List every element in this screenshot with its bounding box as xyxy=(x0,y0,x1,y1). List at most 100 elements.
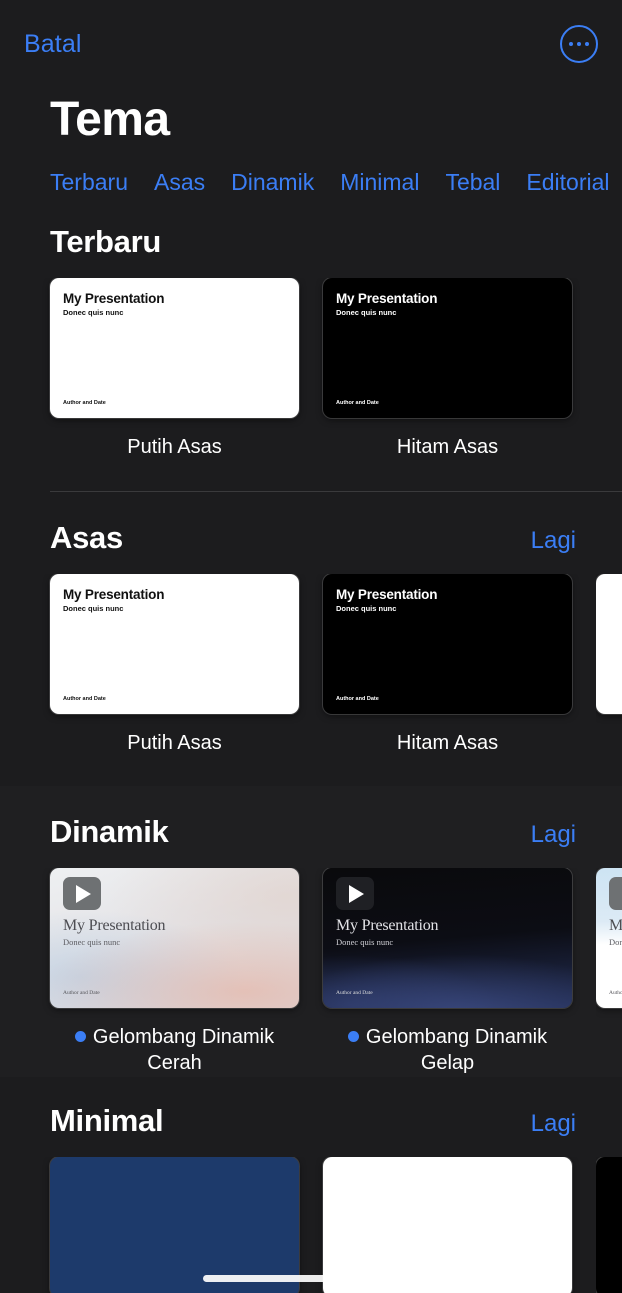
play-icon xyxy=(336,877,374,911)
navigation-bar: Batal xyxy=(0,0,622,88)
card-row-terbaru[interactable]: My Presentation Donec quis nunc Author a… xyxy=(0,278,622,461)
slide-title: My Presentation xyxy=(63,917,166,935)
tab-dinamik[interactable]: Dinamik xyxy=(231,169,314,196)
slide-footer: Author and Date xyxy=(336,400,379,407)
theme-thumbnail[interactable]: My Presentation Donec quis nunc Author a… xyxy=(50,573,299,714)
section-header: Minimal Lagi xyxy=(0,1103,622,1139)
slide-title: My Presentation xyxy=(63,291,165,307)
tab-terbaru[interactable]: Terbaru xyxy=(50,169,128,196)
section-more-button[interactable]: Lagi xyxy=(531,1110,576,1138)
section-title: Terbaru xyxy=(50,224,162,260)
slide-preview: My Presentation Donec quis nunc Author a… xyxy=(596,868,622,1008)
theme-card-label: Gelombang Dinamik Cerah xyxy=(50,1025,299,1076)
card-row-dinamik[interactable]: My Presentation Donec quis nunc Author a… xyxy=(0,868,622,1076)
theme-thumbnail[interactable]: My Presentation Donec quis nunc Author a… xyxy=(50,868,299,1009)
slide-subtitle: Donec quis nunc xyxy=(336,308,397,318)
theme-card-partial[interactable]: My Presentation Donec quis nunc Author a… xyxy=(596,868,622,1076)
slide-preview: My Presentation Donec quis nunc Author a… xyxy=(323,574,572,714)
slide-title: My Presentation xyxy=(336,917,439,935)
theme-card-label: Hitam Asas xyxy=(396,436,499,459)
slide-subtitle: Donec quis nunc xyxy=(63,937,121,948)
section-more-button[interactable]: Lagi xyxy=(531,527,576,555)
theme-thumbnail[interactable] xyxy=(596,1156,622,1293)
slide-preview: My Presentation Donec quis nunc Author a… xyxy=(323,278,572,418)
theme-card-label: Putih Asas xyxy=(127,436,222,459)
theme-card-label: Gelombang Dinamik Gelap xyxy=(323,1025,572,1076)
section-title: Dinamik xyxy=(50,814,169,850)
page-title: Tema xyxy=(50,93,170,146)
section-minimal: Minimal Lagi xyxy=(0,1077,622,1293)
slide-subtitle: Donec quis nunc xyxy=(63,603,124,613)
theme-card-hitam-asas[interactable]: My Presentation Donec quis nunc Author a… xyxy=(323,278,572,461)
section-header: Dinamik Lagi xyxy=(0,814,622,850)
slide-title: My Presentation xyxy=(336,586,438,602)
theme-card-gelombang-gelap[interactable]: My Presentation Donec quis nunc Author a… xyxy=(323,868,572,1076)
section-more-button[interactable]: Lagi xyxy=(531,821,576,849)
animated-badge-dot xyxy=(347,1031,359,1043)
dot-2 xyxy=(576,41,582,47)
theme-card-gelombang-cerah[interactable]: My Presentation Donec quis nunc Author a… xyxy=(50,868,299,1076)
slide-footer: Author and Date xyxy=(63,695,106,702)
theme-card-minimal-navy[interactable] xyxy=(50,1156,299,1293)
cancel-button[interactable]: Batal xyxy=(24,30,81,59)
tab-asas[interactable]: Asas xyxy=(154,169,205,196)
section-title: Minimal xyxy=(50,1102,164,1138)
theme-thumbnail[interactable]: My Presentation Donec quis nunc Author a… xyxy=(323,573,572,714)
theme-thumbnail[interactable]: My Presentation Donec quis nunc Author a… xyxy=(323,868,572,1009)
theme-card-putih-asas[interactable]: My Presentation Donec quis nunc Author a… xyxy=(50,278,299,461)
section-title: Asas xyxy=(50,519,123,555)
slide-title: My Presentation xyxy=(63,586,165,602)
slide-footer: Author and Date xyxy=(63,400,106,407)
slide-title: My Presentation xyxy=(336,291,438,307)
slide-subtitle: Donec quis nunc xyxy=(336,603,397,613)
slide-preview: My Presentation Donec quis nunc Author a… xyxy=(323,868,572,1008)
theme-thumbnail[interactable]: My Presentation Donec quis nunc Author a… xyxy=(596,868,622,1009)
theme-thumbnail[interactable] xyxy=(323,1156,572,1293)
slide-title: My Presentation xyxy=(609,917,622,935)
play-triangle xyxy=(76,884,91,903)
home-indicator xyxy=(203,1275,419,1282)
theme-card-minimal-white[interactable] xyxy=(323,1156,572,1293)
section-dinamik: Dinamik Lagi My Presentation Donec quis … xyxy=(0,786,622,1077)
play-icon xyxy=(63,877,101,911)
theme-thumbnail[interactable] xyxy=(50,1156,299,1293)
ellipsis-circle-icon[interactable] xyxy=(560,25,598,63)
dot-1 xyxy=(568,41,574,47)
slide-subtitle: Donec quis nunc xyxy=(609,937,622,948)
play-icon xyxy=(609,877,622,911)
slide-subtitle: Donec quis nunc xyxy=(336,937,394,948)
slide-footer: Author and Date xyxy=(609,990,622,997)
section-terbaru: Terbaru My Presentation Donec quis nunc … xyxy=(0,196,622,461)
tab-editorial[interactable]: Editorial xyxy=(526,169,609,196)
theme-thumbnail[interactable]: My Presentation Donec quis nunc Author a… xyxy=(50,278,299,419)
slide-preview: My Presentation Donec quis nunc Author a… xyxy=(50,868,299,1008)
theme-chooser-screen: Batal Tema Terbaru Asas Dinamik Minimal … xyxy=(0,0,622,1293)
dot-3 xyxy=(584,41,590,47)
slide-subtitle: Donec quis nunc xyxy=(63,308,124,318)
theme-card-hitam-asas[interactable]: My Presentation Donec quis nunc Author a… xyxy=(323,573,572,757)
theme-card-putih-asas[interactable]: My Presentation Donec quis nunc Author a… xyxy=(50,573,299,757)
theme-card-partial[interactable] xyxy=(596,1156,622,1293)
section-header: Asas Lagi xyxy=(0,520,622,556)
play-triangle xyxy=(349,884,364,903)
category-tab-strip[interactable]: Terbaru Asas Dinamik Minimal Tebal Edito… xyxy=(0,147,622,196)
tab-tebal[interactable]: Tebal xyxy=(445,169,500,196)
theme-card-label-text: Gelombang Dinamik Cerah xyxy=(92,1026,275,1074)
tab-minimal[interactable]: Minimal xyxy=(340,169,419,196)
theme-thumbnail[interactable] xyxy=(596,573,622,714)
slide-preview: My Presentation Donec quis nunc Author a… xyxy=(50,278,299,418)
section-asas: Asas Lagi My Presentation Donec quis nun… xyxy=(0,492,622,757)
theme-card-label: Putih Asas xyxy=(127,731,222,754)
card-row-minimal[interactable] xyxy=(0,1156,622,1293)
animated-badge-dot xyxy=(74,1031,86,1043)
theme-card-label-text: Gelombang Dinamik Gelap xyxy=(365,1026,548,1074)
theme-card-partial[interactable] xyxy=(596,573,622,757)
slide-preview: My Presentation Donec quis nunc Author a… xyxy=(50,574,299,714)
theme-thumbnail[interactable]: My Presentation Donec quis nunc Author a… xyxy=(323,278,572,419)
slide-footer: Author and Date xyxy=(63,990,100,997)
section-header: Terbaru xyxy=(0,224,622,260)
card-row-asas[interactable]: My Presentation Donec quis nunc Author a… xyxy=(0,573,622,757)
slide-footer: Author and Date xyxy=(336,990,373,997)
slide-footer: Author and Date xyxy=(336,695,379,702)
theme-card-label: Hitam Asas xyxy=(396,731,499,754)
